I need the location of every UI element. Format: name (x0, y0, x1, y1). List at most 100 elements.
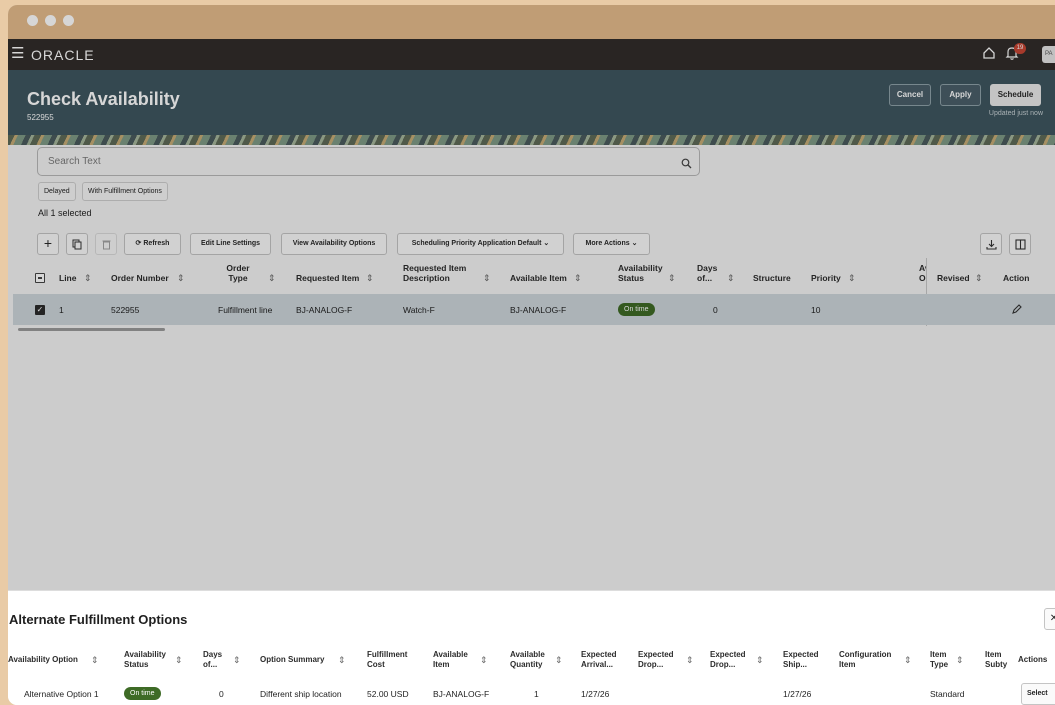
sort-icon[interactable]: ⇕ (574, 273, 582, 283)
select-option-button[interactable]: Select (1021, 683, 1055, 705)
col-header-available-quantity[interactable]: Available Quantity (510, 650, 552, 670)
search-placeholder: Search Text (48, 156, 101, 167)
col-header-action: Action (1003, 273, 1030, 283)
refresh-button[interactable]: ⟳ Refresh (124, 233, 181, 255)
cell-expected-ship: 1/27/26 (783, 689, 812, 699)
home-icon[interactable] (982, 46, 996, 65)
cell-availability-option: Alternative Option 1 (24, 689, 99, 699)
cell-requested-item: BJ-ANALOG-F (296, 305, 353, 315)
add-row-button[interactable]: + (37, 233, 59, 255)
sort-icon[interactable]: ⇕ (268, 273, 276, 283)
filter-chip-fulfillment-options[interactable]: With Fulfillment Options (82, 182, 168, 201)
order-id-subtitle: 522955 (27, 113, 54, 122)
duplicate-button[interactable] (66, 233, 88, 255)
cancel-button[interactable]: Cancel (889, 84, 931, 106)
col-header-configuration-item[interactable]: Configuration Item (839, 650, 899, 670)
col-header-option-summary[interactable]: Option Summary (260, 655, 324, 665)
col-header-item-type[interactable]: Item Type (930, 650, 952, 670)
scheduling-priority-label: Scheduling Priority Application Default (411, 240, 542, 247)
more-actions-dropdown[interactable]: More Actions ⌄ (573, 233, 650, 255)
cell-option-summary: Different ship location (260, 689, 342, 699)
scheduling-priority-dropdown[interactable]: Scheduling Priority Application Default … (397, 233, 564, 255)
sort-icon[interactable]: ⇕ (91, 655, 99, 665)
col-header-availability-option[interactable]: Availability Option (8, 655, 78, 665)
window-dot-maximize[interactable] (63, 15, 74, 26)
chevron-down-icon: ⌄ (631, 240, 638, 247)
search-icon[interactable] (681, 156, 692, 174)
sort-icon[interactable]: ⇕ (366, 273, 374, 283)
col-header-fulfillment-cost[interactable]: Fulfillment Cost (367, 650, 417, 670)
col-header-priority[interactable]: Priority (811, 273, 841, 283)
user-avatar[interactable]: PA (1042, 46, 1055, 63)
cell-line: 1 (59, 305, 64, 315)
alternate-fulfillment-drawer: Alternate Fulfillment Options ✕ Availabi… (8, 590, 1055, 705)
search-input[interactable]: Search Text (37, 147, 700, 176)
window-titlebar (8, 5, 1055, 39)
browser-window: ☰ ORACLE 19 PA Check Availability 522955… (8, 5, 1055, 705)
col-header-line[interactable]: Line (59, 273, 76, 283)
col-header-available-item[interactable]: Available Item (510, 273, 567, 283)
schedule-button[interactable]: Schedule (990, 84, 1041, 106)
col-header-expected-ship[interactable]: Expected Ship... (783, 650, 825, 670)
cell-fulfillment-cost: 52.00 USD (367, 689, 409, 699)
sort-icon[interactable]: ⇕ (483, 273, 491, 283)
select-all-checkbox[interactable] (35, 273, 45, 283)
col-header-order-number[interactable]: Order Number (111, 273, 169, 283)
sort-icon[interactable]: ⇕ (904, 655, 912, 665)
sort-icon[interactable]: ⇕ (175, 655, 183, 665)
apply-button[interactable]: Apply (940, 84, 981, 106)
sort-icon[interactable]: ⇕ (756, 655, 764, 665)
col-header-expected-drop[interactable]: Expected Drop... (638, 650, 680, 670)
selection-count-text: All 1 selected (38, 208, 92, 218)
refresh-label: Refresh (143, 240, 170, 247)
window-dot-minimize[interactable] (45, 15, 56, 26)
sort-icon[interactable]: ⇕ (233, 655, 241, 665)
download-icon[interactable] (980, 233, 1002, 255)
col-header-order-type[interactable]: Order Type (218, 263, 258, 283)
sort-icon[interactable]: ⇕ (555, 655, 563, 665)
col-header-item-subtype[interactable]: Item Subty (985, 650, 1009, 670)
columns-icon[interactable] (1009, 233, 1031, 255)
sort-icon[interactable]: ⇕ (686, 655, 694, 665)
col-header-availability-status[interactable]: Availability Status (618, 263, 668, 283)
col-header-structure[interactable]: Structure (753, 273, 791, 283)
drawer-title: Alternate Fulfillment Options (9, 612, 188, 627)
col-header-availability-status[interactable]: Availability Status (124, 650, 172, 670)
sort-icon[interactable]: ⇕ (956, 655, 964, 665)
row-checkbox[interactable]: ✓ (35, 305, 45, 315)
header-decorative-pattern (8, 135, 1055, 145)
delete-button[interactable] (95, 233, 117, 255)
col-header-requested-item[interactable]: Requested Item (296, 273, 359, 283)
cell-order-number: 522955 (111, 305, 140, 315)
filter-chip-delayed[interactable]: Delayed (38, 182, 76, 201)
col-header-revised[interactable]: Revised (937, 273, 970, 283)
sort-icon[interactable]: ⇕ (177, 273, 185, 283)
col-header-days-of[interactable]: Days of... (203, 650, 228, 670)
cell-order-type: Fulfillment line (218, 305, 273, 315)
col-header-requested-item-description[interactable]: Requested Item Description (403, 263, 478, 283)
col-header-expected-drop[interactable]: Expected Drop... (710, 650, 752, 670)
page-title: Check Availability (27, 89, 180, 109)
cell-requested-item-description: Watch-F (403, 305, 435, 315)
cell-available-quantity: 1 (534, 689, 539, 699)
col-header-days-of[interactable]: Days of... (697, 263, 722, 283)
sort-icon[interactable]: ⇕ (338, 655, 346, 665)
sort-icon[interactable]: ⇕ (975, 273, 983, 283)
hamburger-menu-icon[interactable]: ☰ (11, 45, 24, 63)
view-availability-options-button[interactable]: View Availability Options (281, 233, 387, 255)
col-header-available-item[interactable]: Available Item (433, 650, 475, 670)
window-dot-close[interactable] (27, 15, 38, 26)
edit-line-settings-button[interactable]: Edit Line Settings (190, 233, 271, 255)
sort-icon[interactable]: ⇕ (84, 273, 92, 283)
close-icon[interactable]: ✕ (1044, 608, 1055, 630)
status-badge: On time (618, 303, 655, 316)
cell-available-item: BJ-ANALOG-F (433, 689, 490, 699)
sort-icon[interactable]: ⇕ (727, 273, 735, 283)
horizontal-scrollbar[interactable] (18, 328, 165, 331)
sort-icon[interactable]: ⇕ (480, 655, 488, 665)
sort-icon[interactable]: ⇕ (668, 273, 676, 283)
col-header-expected-arrival[interactable]: Expected Arrival... (581, 650, 623, 670)
sort-icon[interactable]: ⇕ (848, 273, 856, 283)
cell-item-type: Standard (930, 689, 965, 699)
edit-pencil-icon[interactable] (1011, 302, 1022, 320)
